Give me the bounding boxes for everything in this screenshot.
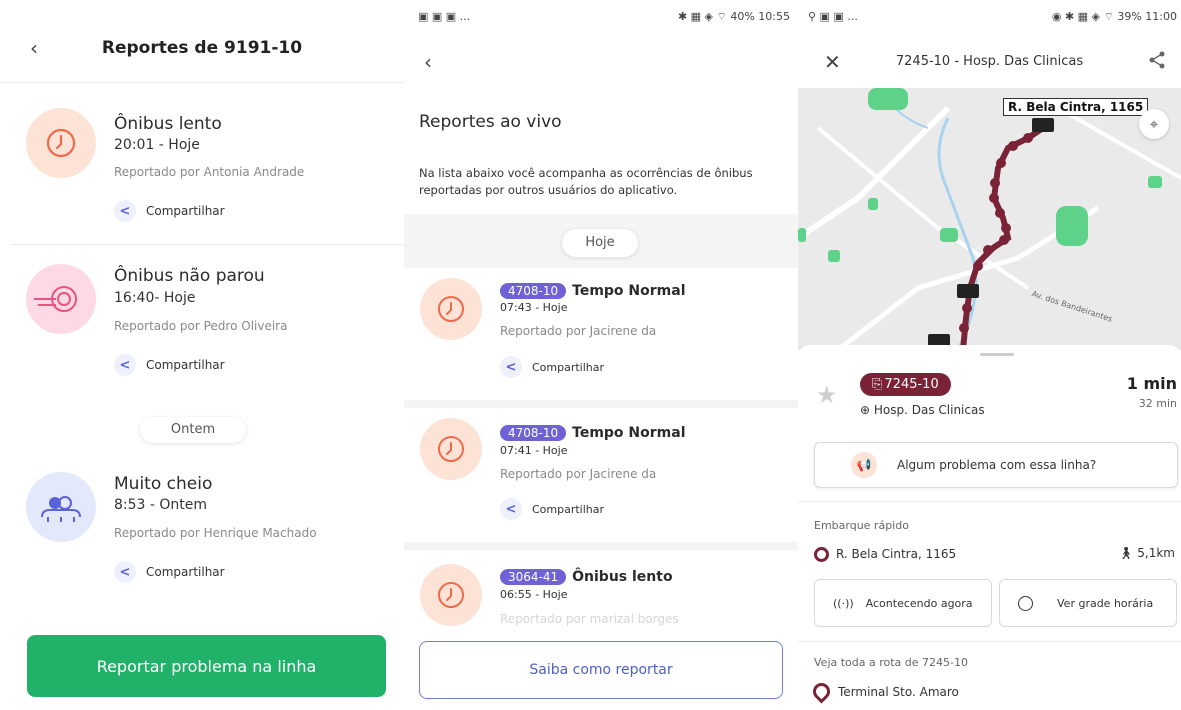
report-title: Muito cheio xyxy=(114,474,213,494)
drag-handle[interactable] xyxy=(980,353,1014,356)
eta: 1 min xyxy=(1126,374,1177,393)
report-time: 20:01 - Hoje xyxy=(114,137,200,153)
report-card: 4708-10 Tempo Normal 07:43 - Hoje Reporta… xyxy=(404,268,798,400)
report-time: 06:55 - Hoje xyxy=(500,588,568,601)
share-icon[interactable] xyxy=(1147,50,1167,74)
clock-icon xyxy=(420,564,482,626)
line-badge: 4708-10 xyxy=(500,283,567,299)
share-label: Compartilhar xyxy=(532,360,605,374)
share-label: Compartilhar xyxy=(146,565,225,579)
terminal-pin-icon xyxy=(809,679,834,704)
status-indicators: ◉ ✱ ▦ ◈ ⌔ 39% 11:00 xyxy=(1051,10,1177,23)
broadcast-icon: ((·)) xyxy=(833,596,854,610)
line-detail-screen: ⚲ ▣ ▣ ... ◉ ✱ ▦ ◈ ⌔ 39% 11:00 ✕ 7245-10 … xyxy=(798,0,1181,710)
report-author: Reportado por Jacirene da xyxy=(500,324,657,338)
report-author: Reportado por Jacirene da xyxy=(500,467,657,481)
notification-icons: ⚲ ▣ ▣ ... xyxy=(808,10,858,23)
report-author: Reportado por Antonia Andrade xyxy=(114,165,305,179)
clock-icon xyxy=(420,278,482,340)
report-card: 3064-41 Ônibus lento 06:55 - Hoje Reporta… xyxy=(404,550,798,630)
share-button[interactable]: < Compartilhar xyxy=(114,354,225,376)
share-label: Compartilhar xyxy=(146,358,225,372)
section-label: Hoje xyxy=(562,229,638,257)
report-icon-bus-stop xyxy=(26,264,96,334)
stop-name: R. Bela Cintra, 1165 xyxy=(836,547,957,561)
share-icon: < xyxy=(500,356,522,378)
report-time: 07:43 - Hoje xyxy=(500,301,568,314)
header-title: 7245-10 - Hosp. Das Clinicas xyxy=(895,54,1084,69)
stop-marker-icon xyxy=(814,547,829,562)
share-button[interactable]: < Compartilhar xyxy=(114,200,225,222)
report-author: Reportado por marizal borges xyxy=(500,612,679,626)
bus-icon: ⎘ xyxy=(872,377,883,392)
report-problem-button[interactable]: Reportar problema na linha xyxy=(27,635,386,697)
line-badge: ⎘ 7245-10 xyxy=(860,373,951,396)
megaphone-icon: 📢 xyxy=(851,452,877,478)
section-label: Ontem xyxy=(140,417,246,443)
report-title: Ônibus lento xyxy=(114,114,222,134)
report-problem-label: Algum problema com essa linha? xyxy=(897,458,1097,472)
share-icon: < xyxy=(114,561,136,583)
report-title: Tempo Normal xyxy=(572,283,686,299)
share-icon: < xyxy=(500,498,522,520)
report-title: Ônibus lento xyxy=(572,569,673,585)
favorite-star-icon[interactable]: ★ xyxy=(816,381,838,409)
walk-distance: 🚶︎ 5,1km xyxy=(1118,546,1175,560)
report-author: Reportado por Henrique Machado xyxy=(114,526,317,540)
page-title: Reportes de 9191-10 xyxy=(101,38,303,58)
stop-label: R. Bela Cintra, 1165 xyxy=(1003,98,1149,116)
share-button[interactable]: < Compartilhar xyxy=(500,356,604,378)
live-reports-screen: ▣ ▣ ▣ ... ✱ ▦ ◈ ⌔ 40% 10:55 ‹ Reportes a… xyxy=(404,0,798,710)
report-author: Reportado por Pedro Oliveira xyxy=(114,319,288,333)
line-sheet: ★ ⎘ 7245-10 ⊕ Hosp. Das Clinicas 1 min 32… xyxy=(798,345,1181,710)
report-problem-button[interactable]: 📢 Algum problema com essa linha? xyxy=(814,442,1178,488)
status-indicators: ✱ ▦ ◈ ⌔ 40% 10:55 xyxy=(677,10,790,23)
report-icon-clock xyxy=(26,108,96,178)
share-icon: < xyxy=(114,354,136,376)
clock-icon xyxy=(420,418,482,480)
quick-board-label: Embarque rápido xyxy=(814,519,909,532)
report-time: 07:41 - Hoje xyxy=(500,444,568,457)
line-badge: 4708-10 xyxy=(500,425,567,441)
page-description: Na lista abaixo você acompanha as ocorrê… xyxy=(419,166,753,197)
schedule-label: Ver grade horária xyxy=(1057,596,1154,610)
locate-icon[interactable]: ⌖ xyxy=(1139,109,1169,139)
clock-icon xyxy=(1018,595,1033,611)
share-label: Compartilhar xyxy=(532,502,605,516)
report-time: 8:53 - Ontem xyxy=(114,497,208,513)
share-button[interactable]: < Compartilhar xyxy=(500,498,604,520)
line-badge: 3064-41 xyxy=(500,569,567,585)
how-to-report-button[interactable]: Saiba como reportar xyxy=(419,641,783,699)
page-title: Reportes ao vivo xyxy=(419,112,562,132)
eta-secondary: 32 min xyxy=(1138,397,1177,410)
walk-icon: 🚶︎ xyxy=(1118,546,1134,560)
share-icon: < xyxy=(114,200,136,222)
report-title: Tempo Normal xyxy=(572,425,686,441)
destination: ⊕ Hosp. Das Clinicas xyxy=(860,403,985,417)
route-map[interactable]: R. Bela Cintra, 1165 Av. dos Bandeirante… xyxy=(798,88,1181,350)
route-label: Veja toda a rota de 7245-10 xyxy=(814,656,968,669)
notification-icons: ▣ ▣ ▣ ... xyxy=(418,10,471,23)
happening-now-button[interactable]: ((·)) Acontecendo agora xyxy=(814,579,992,627)
report-time: 16:40- Hoje xyxy=(114,290,196,306)
reports-screen: ‹ Reportes de 9191-10 Ônibus lento 20:01… xyxy=(0,0,404,710)
terminal-name: Terminal Sto. Amaro xyxy=(838,685,959,699)
share-button[interactable]: < Compartilhar xyxy=(114,561,225,583)
schedule-button[interactable]: Ver grade horária xyxy=(999,579,1177,627)
share-label: Compartilhar xyxy=(146,204,225,218)
report-card: 4708-10 Tempo Normal 07:41 - Hoje Reporta… xyxy=(404,408,798,542)
happening-now-label: Acontecendo agora xyxy=(865,596,973,610)
back-icon[interactable]: ‹ xyxy=(424,50,432,74)
report-title: Ônibus não parou xyxy=(114,266,265,286)
report-icon-crowd xyxy=(26,472,96,542)
